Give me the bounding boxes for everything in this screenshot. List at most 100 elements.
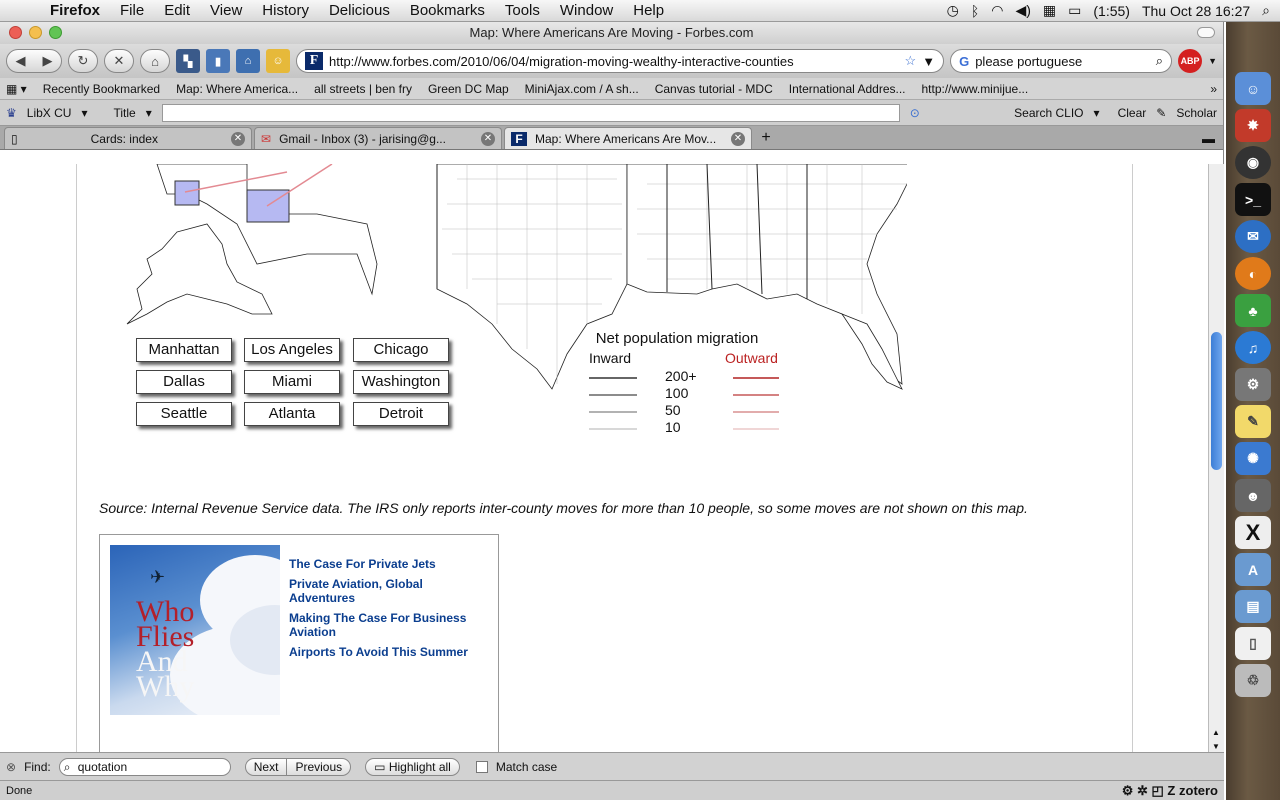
menu-history[interactable]: History xyxy=(252,0,319,22)
thunderbird-icon[interactable]: ✉ xyxy=(1235,220,1271,253)
match-case-label[interactable]: Match case xyxy=(496,760,557,774)
scroll-down-arrow-icon[interactable]: ▼ xyxy=(1212,742,1220,751)
city-button-dallas[interactable]: Dallas xyxy=(136,370,232,394)
documents-folder-icon[interactable]: ▤ xyxy=(1235,590,1271,623)
new-tab-button[interactable]: + xyxy=(754,127,778,149)
libx-menu[interactable]: LibX CU xyxy=(27,106,72,120)
tab-cards-index[interactable]: ▯ Cards: index ✕ xyxy=(4,127,252,149)
volume-icon[interactable]: ◀) xyxy=(1015,2,1030,19)
search-clio-button[interactable]: Search CLIO xyxy=(1014,106,1083,120)
find-input[interactable]: ⌕ quotation xyxy=(58,757,231,776)
related-link[interactable]: Private Aviation, Global Adventures xyxy=(289,577,489,605)
who-flies-and-why-image[interactable]: ✈ Who Flies And Why xyxy=(110,545,280,715)
applications-folder-icon[interactable]: A xyxy=(1235,553,1271,586)
scholar-icon[interactable]: ✎ xyxy=(1156,106,1166,120)
highlight-all-button[interactable]: ▭ Highlight all xyxy=(365,757,460,776)
scrollbar-thumb[interactable] xyxy=(1211,332,1222,470)
system-preferences-icon[interactable]: ⚙ xyxy=(1235,368,1271,401)
finder-icon[interactable]: ☺ xyxy=(1235,72,1271,105)
abp-dropdown-icon[interactable]: ▼ xyxy=(1208,56,1217,66)
city-button-chicago[interactable]: Chicago xyxy=(353,338,449,362)
highlighted-county[interactable] xyxy=(174,180,200,206)
url-dropdown-icon[interactable]: ▼ xyxy=(922,54,935,69)
google-search-engine-icon[interactable]: G xyxy=(959,54,969,69)
search-input[interactable]: please portuguese xyxy=(975,54,1150,69)
related-link[interactable]: Making The Case For Business Aviation xyxy=(289,611,489,639)
match-case-checkbox[interactable] xyxy=(475,760,488,773)
menu-app-name[interactable]: Firefox xyxy=(40,0,110,22)
menu-bookmarks[interactable]: Bookmarks xyxy=(400,0,495,22)
adblock-plus-button[interactable]: ABP xyxy=(1178,49,1203,73)
zoom-window-button[interactable] xyxy=(49,26,62,39)
url-text[interactable]: http://www.forbes.com/2010/06/04/migrati… xyxy=(329,54,899,69)
bookmark-item[interactable]: International Addres... xyxy=(789,82,906,96)
bookmark-item[interactable]: http://www.minijue... xyxy=(922,82,1029,96)
bookmark-item[interactable]: MiniAjax.com / A sh... xyxy=(525,82,639,96)
home-button[interactable]: ⌂ xyxy=(140,49,170,73)
bookmark-page-icon[interactable]: ▮ xyxy=(206,49,230,73)
search-clio-dropdown-icon[interactable]: ▾ xyxy=(1094,106,1100,120)
network-icon[interactable]: ✺ xyxy=(1235,442,1271,475)
bookmark-item[interactable]: all streets | ben fry xyxy=(314,82,412,96)
city-button-detroit[interactable]: Detroit xyxy=(353,402,449,426)
bookmark-item[interactable]: Recently Bookmarked xyxy=(43,82,160,96)
clear-button[interactable]: Clear xyxy=(1118,106,1147,120)
field-type-dropdown-icon[interactable]: ▾ xyxy=(146,106,152,120)
bookmarks-menu-icon[interactable]: ▦ ▾ xyxy=(6,82,27,96)
us-county-migration-map[interactable] xyxy=(107,164,907,404)
menu-delicious[interactable]: Delicious xyxy=(319,0,400,22)
close-window-button[interactable] xyxy=(9,26,22,39)
city-button-miami[interactable]: Miami xyxy=(244,370,340,394)
tab-close-icon[interactable]: ✕ xyxy=(231,131,245,146)
terminal-icon[interactable]: >_ xyxy=(1235,183,1271,216)
menu-view[interactable]: View xyxy=(200,0,252,22)
document-icon[interactable]: ▯ xyxy=(1235,627,1271,660)
gimp-icon[interactable]: ☻ xyxy=(1235,479,1271,512)
search-magnifier-icon[interactable]: ⌕ xyxy=(1156,53,1163,69)
bookmark-star-icon[interactable]: ☆ xyxy=(905,53,917,69)
tab-close-icon[interactable]: ✕ xyxy=(481,131,495,146)
find-next-button[interactable]: Next xyxy=(244,757,288,776)
x11-icon[interactable]: X xyxy=(1235,516,1271,549)
city-button-atlanta[interactable]: Atlanta xyxy=(244,402,340,426)
itunes-icon[interactable]: ♫ xyxy=(1235,331,1271,364)
firefox-icon[interactable]: ◐ xyxy=(1235,257,1271,290)
adium-icon[interactable]: ♣ xyxy=(1235,294,1271,327)
minimize-window-button[interactable] xyxy=(29,26,42,39)
city-button-washington[interactable]: Washington xyxy=(353,370,449,394)
gauge-icon[interactable]: ◉ xyxy=(1235,146,1271,179)
menu-edit[interactable]: Edit xyxy=(154,0,200,22)
tab-list-icon[interactable]: ▬ xyxy=(1194,131,1223,149)
menu-file[interactable]: File xyxy=(110,0,154,22)
find-query[interactable]: quotation xyxy=(78,760,127,774)
bookmarks-overflow-icon[interactable]: » xyxy=(1210,82,1217,96)
vertical-scrollbar[interactable]: ▲ ▼ xyxy=(1208,164,1224,753)
toolbar-toggle-button[interactable] xyxy=(1197,27,1215,38)
tab-close-icon[interactable]: ✕ xyxy=(731,131,745,146)
menu-tools[interactable]: Tools xyxy=(495,0,550,22)
growl-icon[interactable]: ✸ xyxy=(1235,109,1271,142)
zotero-button[interactable]: ⚙ ✲ ◰ Z zotero xyxy=(1122,783,1218,799)
city-button-manhattan[interactable]: Manhattan xyxy=(136,338,232,362)
bookmark-item[interactable]: Green DC Map xyxy=(428,82,509,96)
city-button-los-angeles[interactable]: Los Angeles xyxy=(244,338,340,362)
stop-button[interactable]: ✕ xyxy=(104,49,134,73)
spotlight-icon[interactable]: ⌕ xyxy=(1262,2,1270,19)
find-close-icon[interactable]: ⊗ xyxy=(6,760,16,774)
scholar-button[interactable]: Scholar xyxy=(1176,106,1217,120)
libx-field-type[interactable]: Title xyxy=(113,106,135,120)
libx-add-field-icon[interactable]: ⊙ xyxy=(910,106,920,120)
scroll-up-arrow-icon[interactable]: ▲ xyxy=(1212,728,1220,737)
greasemonkey-icon[interactable]: ☺ xyxy=(266,49,290,73)
libx-icon[interactable]: ♛ xyxy=(6,106,17,120)
menu-window[interactable]: Window xyxy=(550,0,623,22)
back-arrow-icon[interactable]: ◀ xyxy=(7,53,34,69)
tab-gmail[interactable]: ✉ Gmail - Inbox (3) - jarising@g... ✕ xyxy=(254,127,502,149)
calendar-icon[interactable]: ▦ xyxy=(1043,2,1056,19)
tab-forbes-map[interactable]: F Map: Where Americans Are Mov... ✕ xyxy=(504,127,752,149)
related-link[interactable]: The Case For Private Jets xyxy=(289,557,489,571)
reload-button[interactable]: ↻ xyxy=(68,49,98,73)
stickies-icon[interactable]: ✎ xyxy=(1235,405,1271,438)
delicious-icon[interactable]: ▚ xyxy=(176,49,200,73)
clock[interactable]: Thu Oct 28 16:27 xyxy=(1142,3,1250,19)
